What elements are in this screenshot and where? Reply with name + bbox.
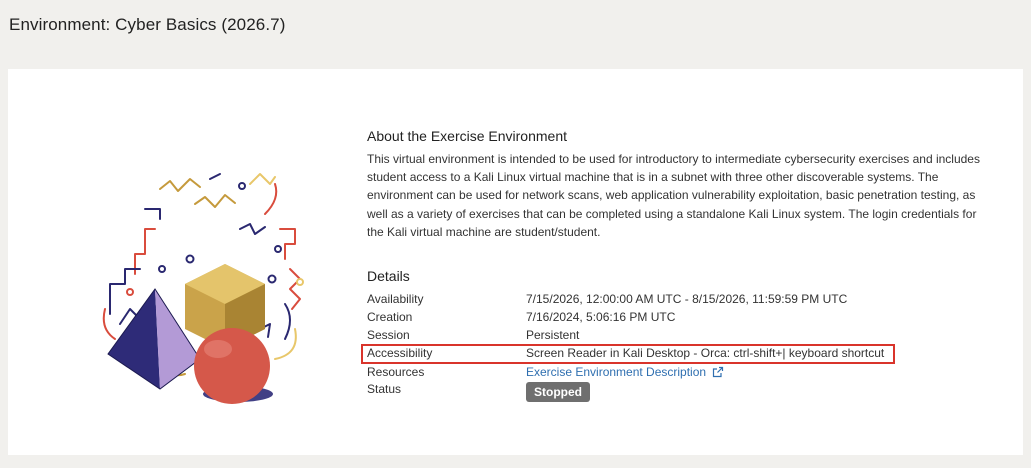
resources-label: Resources	[367, 365, 425, 379]
availability-label: Availability	[367, 292, 424, 306]
external-link-icon[interactable]	[712, 366, 724, 378]
resources-value: Exercise Environment Description	[526, 363, 724, 381]
about-description: This virtual environment is intended to …	[367, 152, 980, 239]
status-label: Status	[367, 382, 402, 396]
environment-illustration	[102, 173, 304, 404]
availability-value: 7/15/2026, 12:00:00 AM UTC - 8/15/2026, …	[526, 292, 848, 306]
session-label: Session	[367, 328, 410, 342]
environment-card: About the Exercise Environment This virt…	[8, 69, 1023, 455]
page-title: Environment: Cyber Basics (2026.7)	[9, 15, 286, 34]
accessibility-value: Screen Reader in Kali Desktop - Orca: ct…	[526, 346, 885, 360]
exercise-description-link[interactable]: Exercise Environment Description	[526, 365, 706, 379]
status-value: Stopped	[526, 382, 590, 402]
about-section: About the Exercise Environment This virt…	[367, 128, 987, 241]
creation-value: 7/16/2024, 5:06:16 PM UTC	[526, 310, 676, 324]
session-value: Persistent	[526, 328, 580, 342]
status-badge: Stopped	[526, 382, 590, 402]
creation-label: Creation	[367, 310, 413, 324]
about-heading: About the Exercise Environment	[367, 128, 567, 144]
details-heading: Details	[367, 268, 410, 284]
accessibility-label: Accessibility	[367, 346, 433, 360]
